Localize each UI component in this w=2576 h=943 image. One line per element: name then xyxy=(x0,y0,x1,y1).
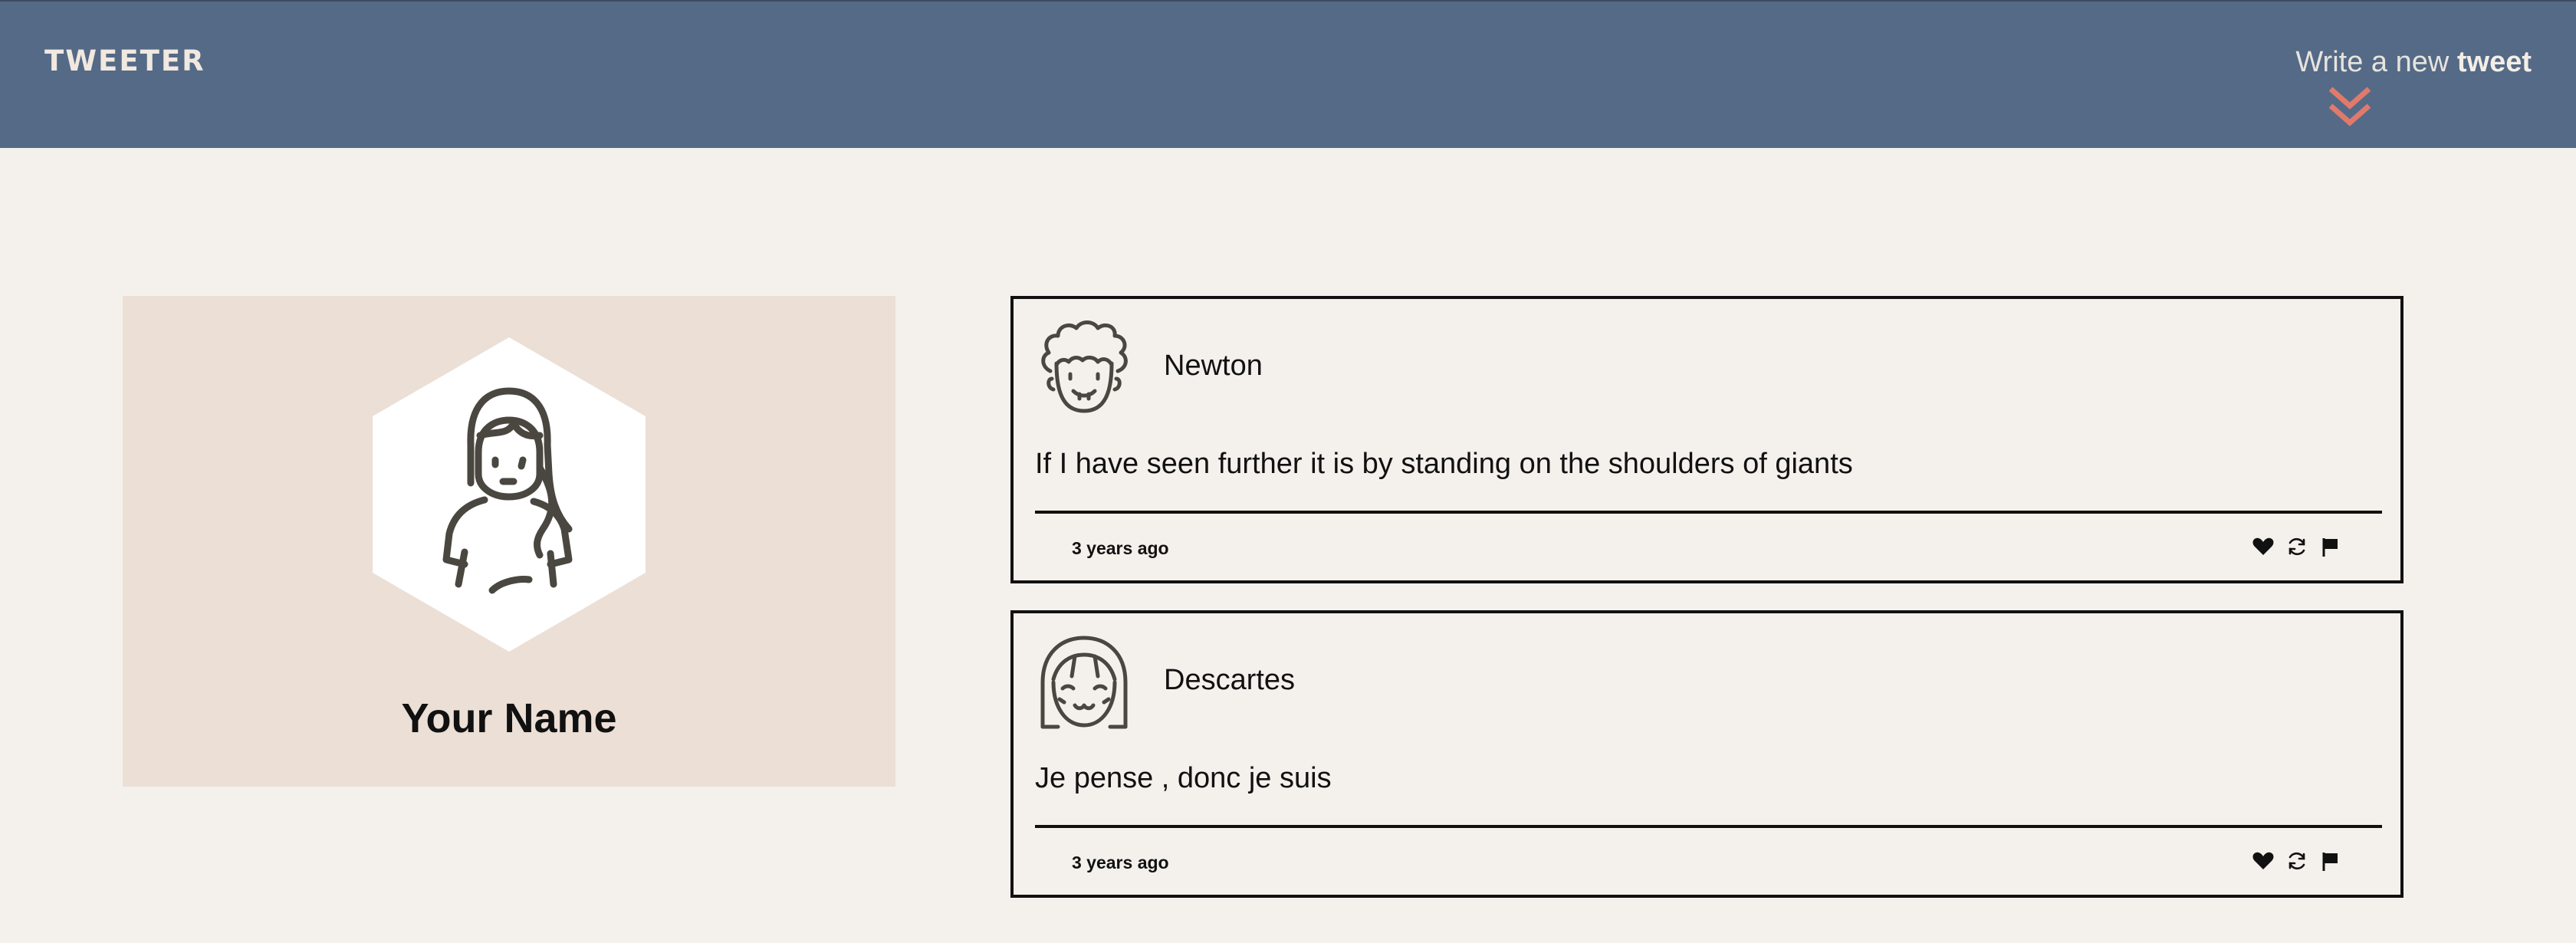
tweet-author[interactable]: Descartes xyxy=(1164,664,1295,697)
tweet-card: Newton If I have seen further it is by s… xyxy=(1010,296,2404,583)
tweet-timestamp: 3 years ago xyxy=(1072,853,1169,872)
heart-icon[interactable] xyxy=(2252,535,2275,558)
heart-icon[interactable] xyxy=(2252,849,2275,872)
tweet-divider xyxy=(1035,511,2382,514)
bangs-avatar-icon xyxy=(1035,632,1133,736)
compose-label-bold: tweet xyxy=(2456,46,2532,78)
double-chevron-down-icon[interactable] xyxy=(2326,84,2374,129)
compose-label-light: Write a new xyxy=(2295,46,2457,78)
tweet-text: Je pense , donc je suis xyxy=(1035,762,1332,794)
compose-label: Write a new tweet xyxy=(2295,46,2532,79)
flag-icon[interactable] xyxy=(2319,849,2342,872)
profile-card: Your Name xyxy=(123,296,895,787)
user-avatar-icon xyxy=(373,337,646,652)
flag-icon[interactable] xyxy=(2319,535,2342,558)
top-nav: TWEETER Write a new tweet xyxy=(0,0,2576,148)
tweet-divider xyxy=(1035,825,2382,828)
tweet-actions xyxy=(2252,849,2342,872)
retweet-icon[interactable] xyxy=(2285,535,2308,558)
compose-tweet-toggle[interactable]: Write a new tweet xyxy=(2295,46,2532,127)
tweet-author[interactable]: Newton xyxy=(1164,350,1263,383)
tweet-timestamp: 3 years ago xyxy=(1072,538,1169,558)
curly-hair-avatar-icon xyxy=(1035,317,1133,422)
profile-name: Your Name xyxy=(401,695,617,741)
tweet-text: If I have seen further it is by standing… xyxy=(1035,448,1853,480)
retweet-icon[interactable] xyxy=(2285,849,2308,872)
brand-logo[interactable]: TWEETER xyxy=(44,44,205,77)
tweet-actions xyxy=(2252,535,2342,558)
tweet-card: Descartes Je pense , donc je suis 3 year… xyxy=(1010,610,2404,898)
